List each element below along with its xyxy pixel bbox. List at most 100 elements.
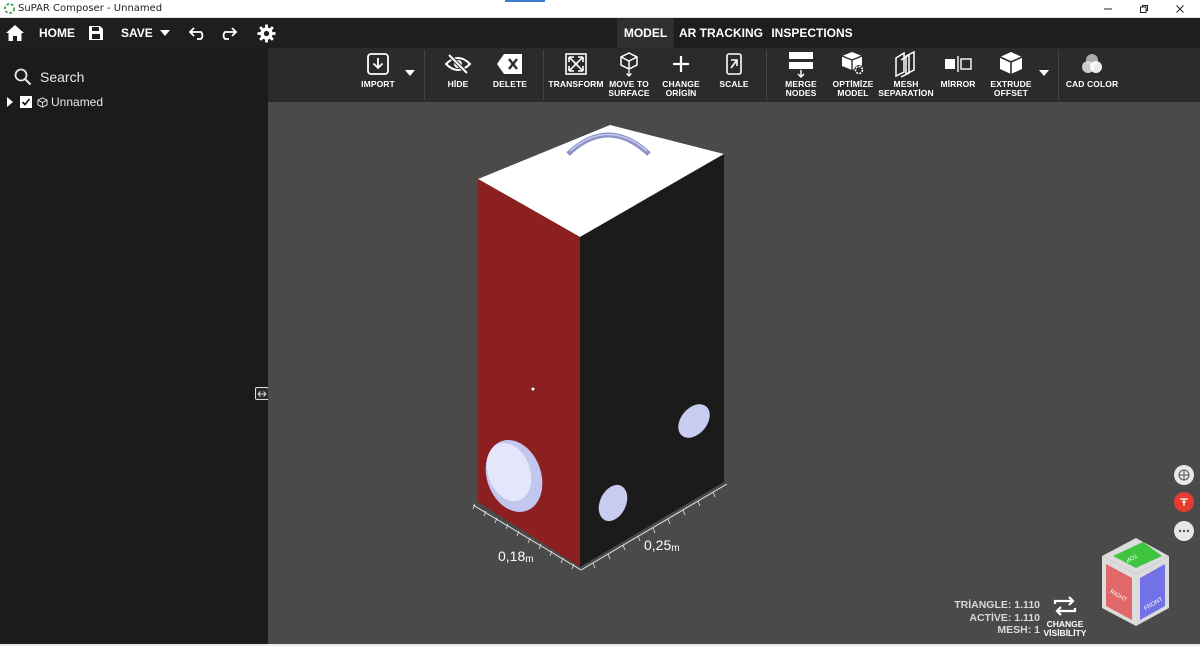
transform-button[interactable]: TRANSFORM (548, 48, 604, 102)
main-nav: HOME SAVE MODEL AR TRACKING INSPECTIONS (0, 18, 1200, 48)
tree-item-label: Unnamed (51, 95, 104, 109)
search-icon (14, 68, 32, 86)
settings-button[interactable] (257, 18, 276, 48)
import-label: IMPORT (361, 79, 395, 89)
more-options-button[interactable] (1174, 521, 1194, 541)
change-origin-button[interactable]: CHANGE ORİGİN (658, 48, 704, 102)
toolbar-separator (424, 50, 425, 100)
undo-button[interactable] (188, 18, 208, 48)
home-icon (6, 25, 24, 41)
minimize-icon (1104, 8, 1112, 10)
mirror-button[interactable]: MİRROR (936, 48, 980, 102)
tab-ar-tracking[interactable]: AR TRACKING (678, 18, 764, 48)
move-to-surface-label: MOVE TO SURFACE (608, 79, 650, 98)
redo-icon (222, 27, 238, 40)
title-accent (505, 0, 545, 2)
tab-inspections[interactable]: INSPECTIONS (768, 18, 856, 48)
scene-sidebar: Search Unnamed (0, 48, 269, 644)
triangle-count: TRİANGLE: 1.110 (954, 599, 1040, 611)
delete-label: DELETE (492, 79, 528, 89)
extrude-dropdown[interactable] (1039, 70, 1049, 76)
hide-label: HİDE (447, 79, 469, 89)
color-circles-icon (1082, 54, 1102, 73)
projection-button[interactable] (1174, 465, 1194, 485)
hide-button[interactable]: HİDE (438, 48, 478, 102)
tree-item-checkbox[interactable] (20, 96, 32, 108)
merge-icon (789, 52, 813, 78)
merge-nodes-label: MERGE NODES (785, 79, 817, 98)
expand-arrow-icon[interactable] (6, 96, 14, 108)
cube-outline-icon (37, 96, 48, 108)
active-count: ACTİVE: 1.110 (969, 611, 1040, 624)
mesh-separation-label: MESH SEPARATİON (878, 79, 934, 98)
transform-label: TRANSFORM (548, 79, 604, 89)
restore-icon (1140, 5, 1148, 13)
toolbar-separator (543, 50, 544, 100)
move-to-surface-button[interactable]: MOVE TO SURFACE (606, 48, 652, 102)
mirror-label: MİRROR (940, 79, 976, 89)
model-toolbar: IMPORT HİDE DELETE TRANSFORM MOVE TO SURF… (268, 48, 1200, 102)
cad-color-button[interactable]: CAD COLOR (1064, 48, 1120, 102)
extrude-cube-icon (999, 52, 1023, 74)
delete-icon (497, 54, 522, 74)
scale-button[interactable]: SCALE (714, 48, 754, 102)
depth-dimension: 0,25m (644, 537, 680, 554)
checkmark-icon (21, 98, 31, 106)
minimize-button[interactable] (1090, 0, 1126, 18)
redo-button[interactable] (218, 18, 238, 48)
transform-icon (565, 53, 587, 75)
mesh-separation-button[interactable]: MESH SEPARATİON (878, 48, 934, 102)
merge-nodes-button[interactable]: MERGE NODES (776, 48, 826, 102)
optimize-model-button[interactable]: OPTİMİZE MODEL (828, 48, 878, 102)
cube-down-icon (620, 52, 638, 77)
3d-viewport[interactable]: 0,18m 0,25m TOP RIGHT FRONT TRİANGLE: 1.… (268, 102, 1200, 644)
search-label: Search (40, 69, 85, 85)
toolbar-separator (1058, 50, 1059, 100)
change-visibility-label: CHANGE VİSİBİLİTY (1043, 619, 1087, 638)
model-render[interactable]: 0,18m 0,25m TOP RIGHT FRONT (268, 102, 1200, 644)
view-cube[interactable]: TOP RIGHT FRONT (1102, 538, 1169, 626)
change-origin-label: CHANGE ORİGİN (662, 79, 700, 98)
width-dimension: 0,18m (498, 548, 534, 565)
delete-button[interactable]: DELETE (488, 48, 532, 102)
optimize-model-label: OPTİMİZE MODEL (832, 79, 874, 98)
optimize-cube-icon (841, 52, 864, 75)
close-icon (1176, 5, 1184, 13)
tree-item-unnamed[interactable]: Unnamed (6, 95, 103, 109)
undo-icon (188, 27, 204, 40)
home-button[interactable] (5, 18, 25, 48)
save-icon-button[interactable] (88, 18, 104, 48)
gear-icon (257, 23, 276, 43)
scale-icon (726, 53, 742, 75)
pin-icon (1180, 498, 1188, 506)
save-dropdown[interactable] (159, 18, 171, 48)
import-dropdown[interactable] (405, 70, 415, 76)
more-dots-icon (1178, 529, 1190, 533)
search-box[interactable]: Search (14, 68, 84, 86)
scale-label: SCALE (719, 79, 749, 89)
extrude-offset-button[interactable]: EXTRUDE OFFSET (986, 48, 1036, 102)
import-button[interactable]: IMPORT (356, 48, 400, 102)
mesh-count: MESH: 1 (997, 624, 1040, 636)
app-logo-icon (4, 3, 15, 14)
tool-button[interactable] (1174, 492, 1194, 512)
import-icon (367, 53, 389, 75)
eye-slash-icon (444, 54, 472, 74)
chevron-down-icon (160, 30, 170, 36)
close-button[interactable] (1162, 0, 1198, 18)
resize-arrows-icon (257, 390, 267, 397)
mesh-separation-icon (895, 50, 915, 78)
save-icon (89, 26, 103, 40)
restore-button[interactable] (1126, 0, 1162, 18)
globe-icon (1178, 469, 1190, 481)
mirror-icon (945, 56, 972, 72)
change-visibility-button[interactable]: CHANGE VİSİBİLİTY (1038, 596, 1092, 638)
mesh-stats: TRİANGLE: 1.110 ACTİVE: 1.110 MESH: 1 (918, 599, 1040, 637)
sidebar-resize-handle[interactable] (255, 387, 269, 400)
window-title: SuPAR Composer - Unnamed (18, 3, 163, 14)
tab-model[interactable]: MODEL (617, 18, 674, 48)
save-label[interactable]: SAVE (121, 18, 153, 48)
title-bar: SuPAR Composer - Unnamed (0, 0, 1200, 18)
cad-color-label: CAD COLOR (1065, 79, 1119, 89)
home-label[interactable]: HOME (39, 18, 75, 48)
